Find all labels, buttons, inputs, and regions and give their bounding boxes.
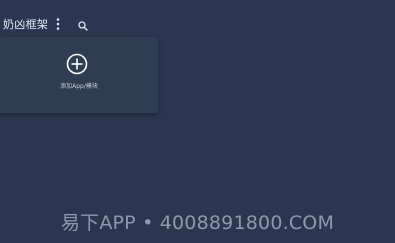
add-module-card[interactable]: 添加App/模块 bbox=[0, 37, 158, 113]
app-title: 奶凶框架 bbox=[3, 18, 49, 31]
add-circle-icon bbox=[66, 53, 88, 75]
search-icon bbox=[78, 21, 88, 31]
search-button[interactable] bbox=[77, 17, 89, 31]
more-vertical-icon bbox=[56, 18, 60, 30]
app-screen: 奶凶框架 添加App/模块 易下APP • 4008891800.COM bbox=[0, 0, 395, 243]
add-module-label: 添加App/模块 bbox=[60, 83, 98, 90]
watermark-text: 易下APP • 4008891800.COM bbox=[60, 212, 335, 234]
more-menu-button[interactable] bbox=[53, 16, 63, 30]
